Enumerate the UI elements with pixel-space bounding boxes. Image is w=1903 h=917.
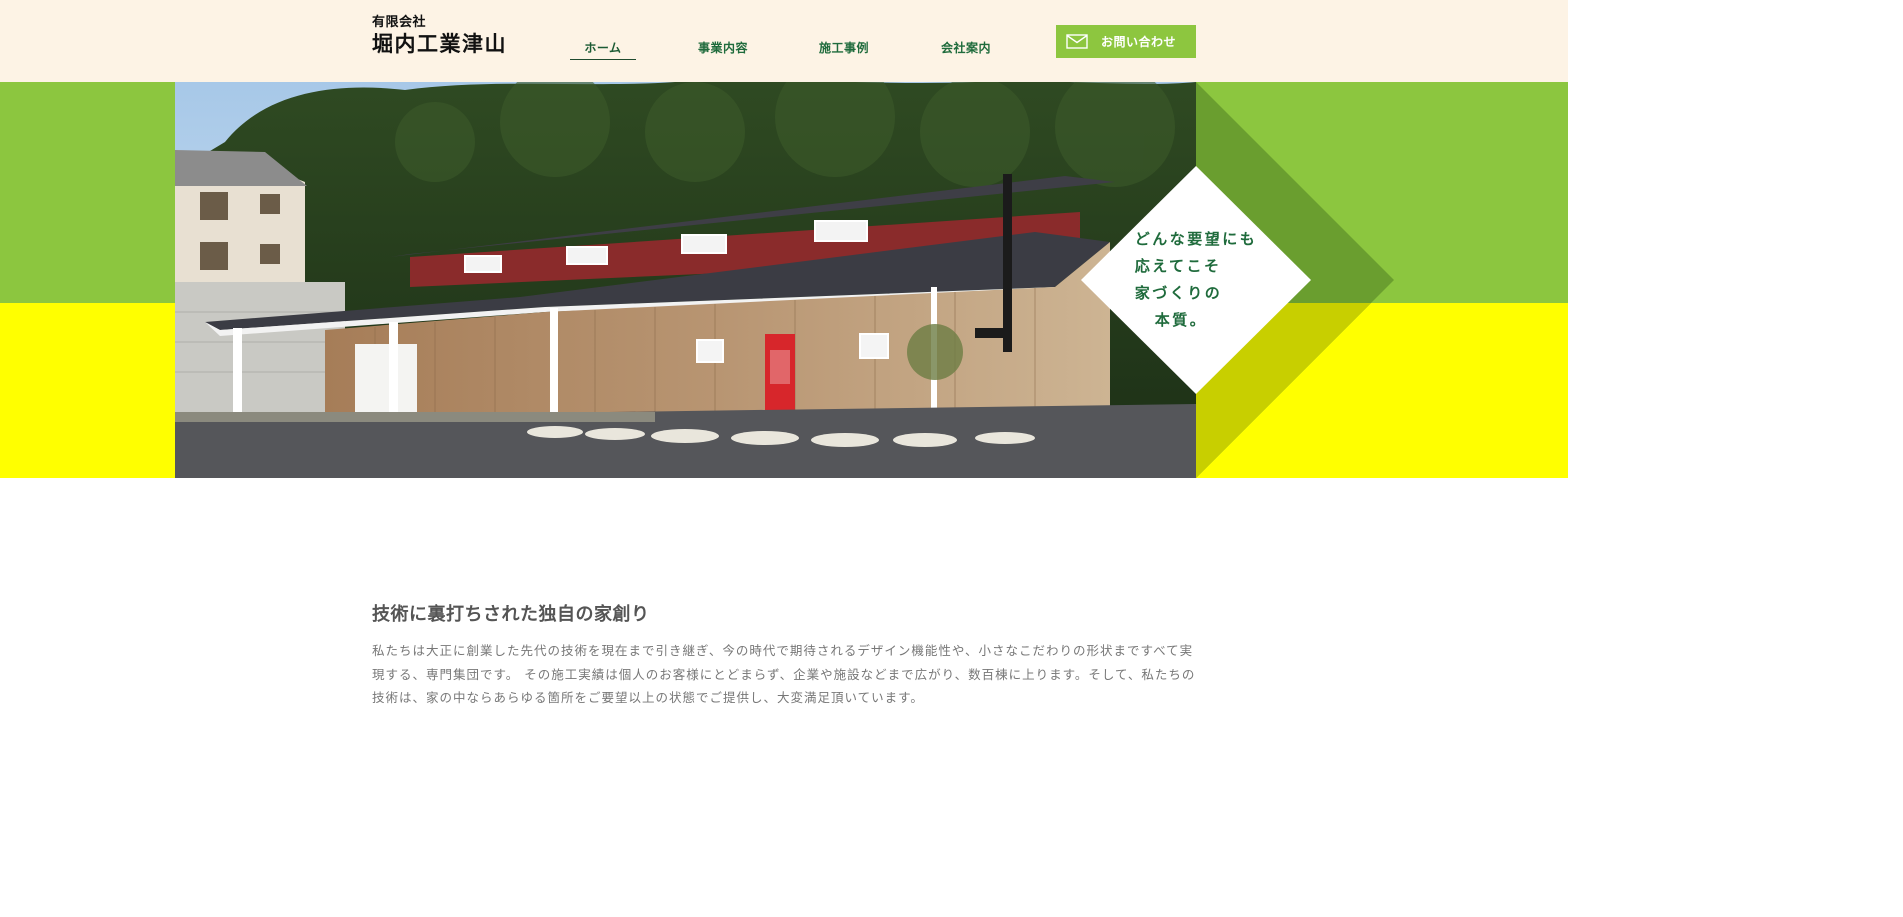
intro-heading: 技術に裏打ちされた独自の家創り [372,604,650,625]
site-header: 有限会社 堀内工業津山 ホーム 事業内容 施工事例 会社案内 お問い合わせ [0,0,1568,82]
tagline-diamond [1081,166,1311,394]
logo-company-type: 有限会社 [372,15,427,30]
intro-body-text: 私たちは大正に創業した先代の技術を現在まで引き継ぎ、今の時代で期待されるデザイン… [372,643,1196,705]
mail-icon [1066,34,1088,49]
nav-item-works[interactable]: 施工事例 [819,39,869,56]
nav-item-home[interactable]: ホーム [570,39,636,60]
hero-tagline: どんな要望にも 応えてこそ 家づくりの 本質。 [1135,226,1258,334]
hero-tagline-line: 本質。 [1154,311,1208,329]
logo[interactable]: 有限会社 堀内工業津山 [372,15,507,57]
nav-item-business[interactable]: 事業内容 [698,39,748,56]
hero-tagline-line: 応えてこそ [1134,257,1222,275]
contact-button[interactable]: お問い合わせ [1056,25,1196,58]
nav-item-company[interactable]: 会社案内 [941,39,991,56]
contact-button-label: お問い合わせ [1101,35,1177,49]
hero-tagline-line: どんな要望にも [1134,230,1258,248]
hero-tagline-line: 家づくりの [1134,284,1223,302]
logo-company-name: 堀内工業津山 [372,32,507,56]
hero-banner: どんな要望にも 応えてこそ 家づくりの 本質。 [0,82,1568,478]
